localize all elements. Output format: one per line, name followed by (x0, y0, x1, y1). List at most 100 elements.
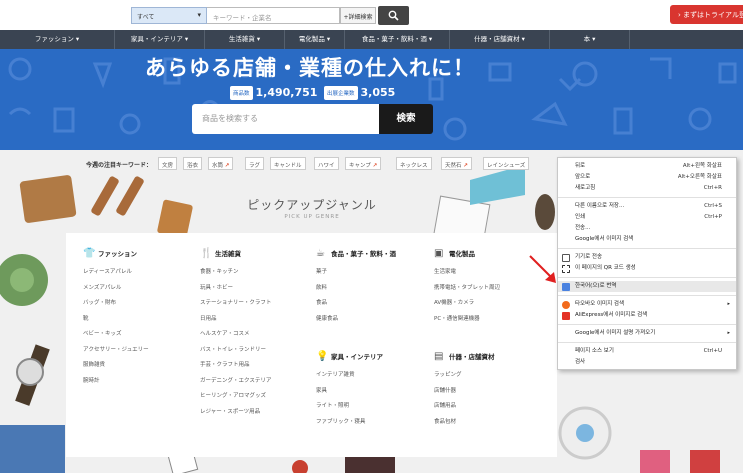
genre-link[interactable]: 手芸・クラフト用品 (200, 358, 271, 374)
genre-link[interactable]: 日用品 (200, 312, 271, 328)
genre-link[interactable]: 菓子 (316, 265, 396, 281)
genre-link[interactable]: AV機器・カメラ (434, 296, 500, 312)
menu-item-reload[interactable]: 새로고침 Ctrl+R (558, 183, 736, 194)
genre-link[interactable]: インテリア雑貨 (316, 368, 383, 384)
nav-item-fashion[interactable]: ファッション ▾ (0, 30, 115, 49)
menu-item-inspect[interactable]: 검사 (558, 357, 736, 368)
menu-item-taobao-search[interactable]: 타오바오 이미지 검색 ▸ (558, 299, 736, 310)
genre-heading-furniture[interactable]: 💡 家具・インテリア (316, 350, 383, 364)
trend-up-icon: ↗ (372, 163, 378, 169)
keyword-chip-text: キャンドル (274, 163, 302, 169)
genre-link[interactable]: 携帯電話・タブレット周辺 (434, 281, 500, 297)
aliexpress-icon (562, 312, 570, 320)
menu-item-google-image-search[interactable]: Google에서 이미지 검색 (558, 234, 736, 245)
menu-separator (558, 295, 736, 296)
genre-link[interactable]: ファブリック・寝具 (316, 415, 383, 431)
menu-item-translate[interactable]: 한국어(으)로 번역 (558, 281, 736, 292)
genre-link[interactable]: 玩具・ホビー (200, 281, 271, 297)
genre-link[interactable]: ラッピング (434, 368, 495, 384)
search-icon (388, 10, 399, 21)
keyword-chip[interactable]: 天然石 ↗ (441, 157, 472, 170)
genre-link[interactable]: ライト・照明 (316, 399, 383, 415)
genre-link[interactable]: ヘルスケア・コスメ (200, 327, 271, 343)
genre-link[interactable]: バス・トイレ・ランドリー (200, 343, 271, 359)
trial-register-button[interactable]: › まずはトライアル登録 (670, 5, 743, 24)
genre-link[interactable]: 飲料 (316, 281, 396, 297)
advanced-search-button[interactable]: +詳細検索 (340, 7, 376, 24)
menu-item-shortcut: Alt+왼쪽 화살표 (682, 163, 722, 169)
genre-link[interactable]: 食品 (316, 296, 396, 312)
nav-item-books[interactable]: 本 ▾ (550, 30, 630, 49)
genre-link[interactable]: メンズアパレル (83, 281, 149, 297)
nav-item-furniture[interactable]: 家具・インテリア ▾ (115, 30, 205, 49)
genre-link[interactable]: バッグ・財布 (83, 296, 149, 312)
lamp-icon: 💡 (316, 351, 329, 362)
keyword-chip[interactable]: 浴衣 (183, 157, 203, 170)
keyword-chip-text: レインシューズ (487, 163, 526, 169)
genre-link[interactable]: ステーショナリー・クラフト (200, 296, 271, 312)
genre-link[interactable]: 店舗什器 (434, 384, 495, 400)
menu-item-label: 페이지 소스 보기 (575, 348, 614, 354)
genre-heading-daily-goods[interactable]: 🍴 生活雑貨 (200, 247, 271, 261)
pickup-genre-subtitle: PICK UP GENRE (284, 214, 340, 220)
genre-heading-electronics[interactable]: ▣ 電化製品 (434, 247, 500, 261)
genre-link[interactable]: ヒーリング・アロマグッズ (200, 389, 271, 405)
top-search-button[interactable] (378, 6, 409, 25)
genre-link[interactable]: 腕時計 (83, 374, 149, 390)
menu-item-back[interactable]: 뒤로 Alt+왼쪽 화살표 (558, 161, 736, 172)
genre-link[interactable]: アクセサリー・ジュエリー (83, 343, 149, 359)
genre-column-food: ☕ 食品・菓子・飲料・酒 菓子 飲料 食品 健康食品 (316, 247, 396, 327)
nav-item-food[interactable]: 食品・菓子・飲料・酒 ▾ (345, 30, 450, 49)
keyword-chip-text: 浴衣 (187, 163, 199, 169)
genre-link[interactable]: レジャー・スポーツ用品 (200, 405, 271, 421)
genre-heading-fixtures[interactable]: ▤ 什器・店舗資材 (434, 350, 495, 364)
menu-item-cast[interactable]: 전송... (558, 223, 736, 234)
genre-heading-label: 什器・店舗資材 (449, 353, 495, 361)
menu-item-label: 앞으로 (575, 174, 591, 180)
keyword-chip[interactable]: レインシューズ (483, 157, 530, 170)
genre-heading-fashion[interactable]: 👕 ファッション (83, 247, 149, 261)
nav-item-fixtures[interactable]: 什器・店舗資材 ▾ (450, 30, 550, 49)
genre-heading-food[interactable]: ☕ 食品・菓子・飲料・酒 (316, 247, 396, 261)
keyword-chip[interactable]: 水筒 ↗ (208, 157, 234, 170)
nav-item-electronics[interactable]: 電化製品 ▾ (285, 30, 345, 49)
genre-link[interactable]: ベビー・キッズ (83, 327, 149, 343)
keyword-chip[interactable]: 文房 (158, 157, 178, 170)
hero-search-input[interactable]: 商品を検索する (192, 104, 379, 134)
chevron-down-icon: ▾ (197, 11, 201, 19)
genre-link[interactable]: 靴 (83, 312, 149, 328)
genre-link[interactable]: レディースアパレル (83, 265, 149, 281)
keyword-chip[interactable]: ハワイ (314, 157, 339, 170)
genre-link[interactable]: 健康食品 (316, 312, 396, 328)
genre-heading-label: 電化製品 (449, 250, 475, 258)
genre-link[interactable]: 家具 (316, 384, 383, 400)
menu-item-aliexpress-search[interactable]: AliExpress에서 이미지로 검색 (558, 310, 736, 321)
menu-item-image-description[interactable]: Google에서 이미지 설명 가져오기 ▸ (558, 328, 736, 339)
keyword-chip[interactable]: ラグ (245, 157, 265, 170)
category-select[interactable]: すべて ▾ (131, 7, 207, 24)
company-count-label: 出展企業数 (324, 85, 358, 100)
menu-item-forward[interactable]: 앞으로 Alt+오른쪽 화살표 (558, 172, 736, 183)
menu-item-save-as[interactable]: 다른 이름으로 저장... Ctrl+S (558, 201, 736, 212)
genre-link[interactable]: 生活家電 (434, 265, 500, 281)
menu-item-label: 전송... (575, 225, 591, 231)
keyword-chip[interactable]: キャンドル (270, 157, 306, 170)
hero-search-button[interactable]: 検索 (379, 104, 433, 134)
keyword-chip[interactable]: ネックレス (396, 157, 432, 170)
hero-title: あらゆる店舗・業種の仕入れに！ (145, 56, 475, 80)
menu-item-view-source[interactable]: 페이지 소스 보기 Ctrl+U (558, 346, 736, 357)
genre-link[interactable]: 服飾雑貨 (83, 358, 149, 374)
menu-item-label: 뒤로 (575, 163, 586, 169)
genre-link[interactable]: 食品包材 (434, 415, 495, 431)
menu-separator (558, 277, 736, 278)
menu-item-qr-code[interactable]: 이 페이지의 QR 코드 생성 (558, 263, 736, 274)
genre-link[interactable]: 食器・キッチン (200, 265, 271, 281)
menu-item-print[interactable]: 인쇄 Ctrl+P (558, 212, 736, 223)
keyword-chip[interactable]: キャンプ ↗ (345, 157, 382, 170)
genre-link[interactable]: 店舗用品 (434, 399, 495, 415)
genre-link[interactable]: ガーデニング・エクステリア (200, 374, 271, 390)
menu-item-send-to-device[interactable]: 기기로 전송 (558, 252, 736, 263)
nav-item-daily-goods[interactable]: 生活雑貨 ▾ (205, 30, 285, 49)
genre-link[interactable]: PC・通信関連機器 (434, 312, 500, 328)
keyword-search-input[interactable]: キーワード・企業名 (207, 7, 340, 24)
